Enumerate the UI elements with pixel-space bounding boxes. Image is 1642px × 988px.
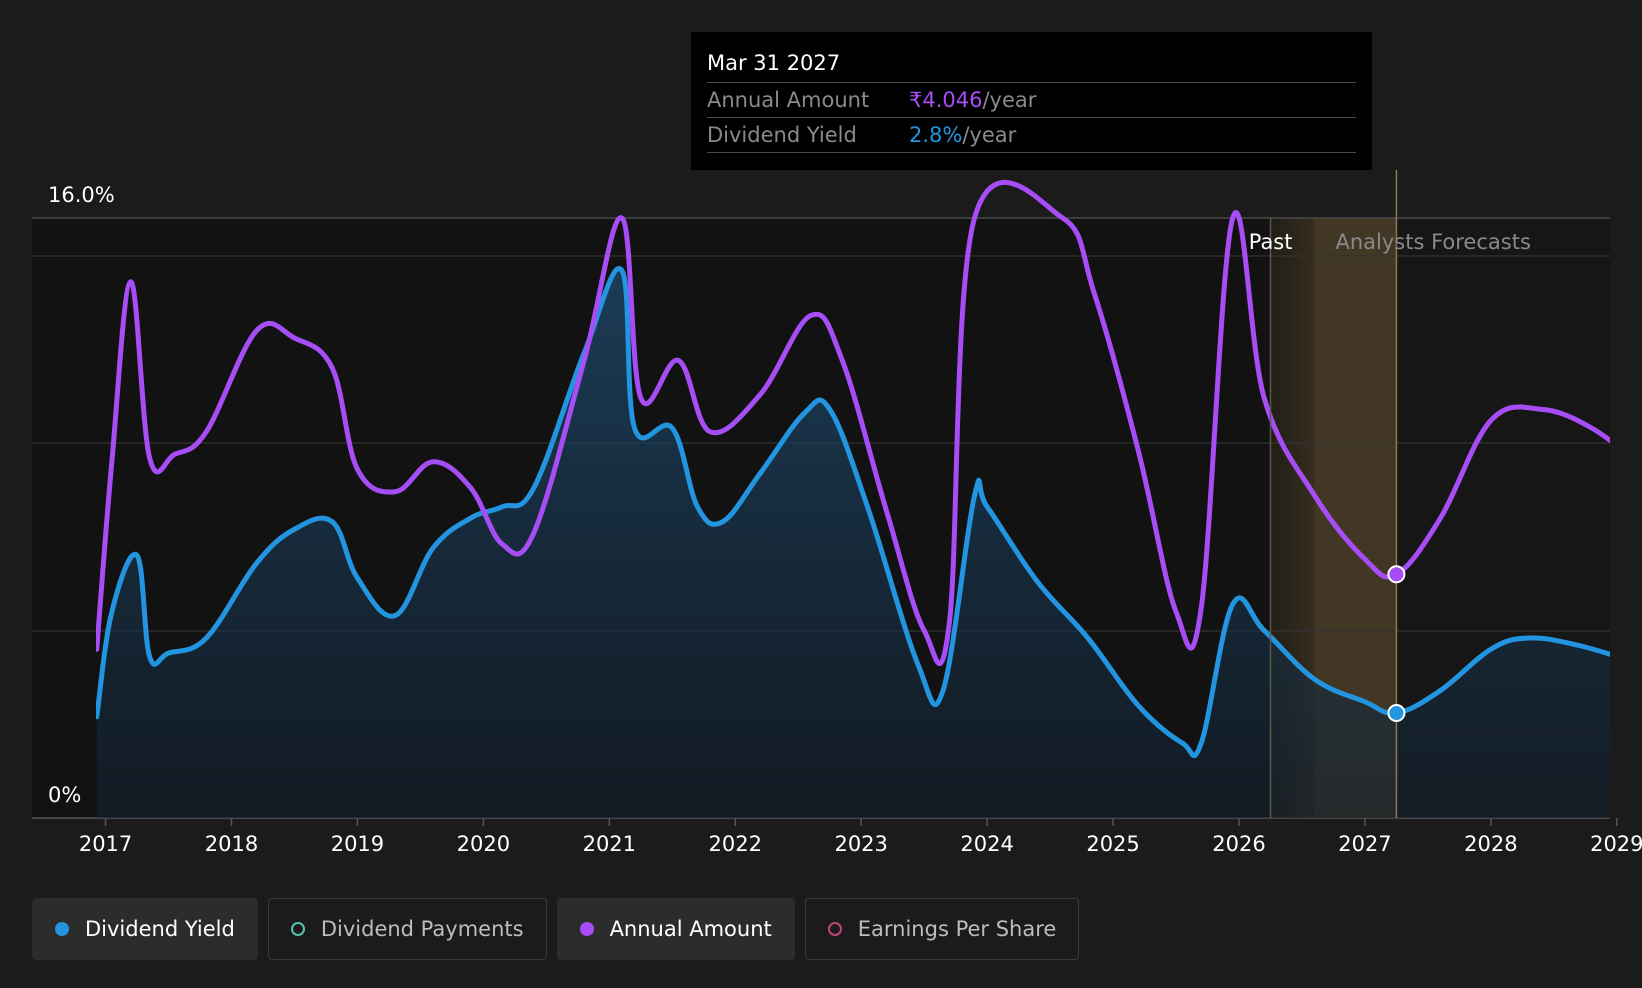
tooltip-unit: /year (982, 88, 1037, 112)
tooltip-label: Dividend Yield (707, 123, 857, 147)
x-tick-label: 2024 (960, 832, 1013, 856)
tooltip-marker-dividend-yield (1387, 704, 1406, 722)
x-tick-label: 2018 (205, 832, 258, 856)
x-tick-label: 2021 (583, 832, 636, 856)
x-tick-label: 2023 (834, 832, 887, 856)
tooltip-value: ₹4.046 (909, 88, 983, 112)
tooltip-row-annual-amount: Annual Amount ₹4.046 /year (707, 83, 1356, 118)
x-tick-label: 2025 (1086, 832, 1139, 856)
forecast-label: Analysts Forecasts (1335, 230, 1530, 254)
y-tick-label-bottom: 0% (48, 783, 81, 807)
tooltip-row-dividend-yield: Dividend Yield 2.8% /year (707, 118, 1356, 153)
legend-dot-icon (827, 922, 842, 936)
x-tick-label: 2017 (79, 832, 132, 856)
legend-dot-icon (579, 922, 594, 936)
legend-item-earnings-per-share[interactable]: Earnings Per Share (804, 898, 1080, 960)
tooltip-value: 2.8% (909, 123, 963, 147)
x-tick-label: 2028 (1464, 832, 1517, 856)
x-tick-label: 2027 (1338, 832, 1391, 856)
legend-label: Earnings Per Share (857, 917, 1057, 941)
legend-item-dividend-yield[interactable]: Dividend Yield (32, 898, 258, 960)
tooltip-unit: /year (962, 123, 1017, 147)
legend-label: Annual Amount (609, 917, 772, 941)
legend-label: Dividend Payments (320, 917, 524, 941)
past-label: Past (1249, 230, 1293, 254)
x-tick-label: 2026 (1212, 832, 1265, 856)
x-tick-label: 2019 (331, 832, 384, 856)
legend-dot-icon (290, 922, 305, 936)
x-tick-label: 2022 (709, 832, 762, 856)
legend-item-dividend-payments[interactable]: Dividend Payments (267, 898, 547, 960)
tooltip-marker-annual-amount (1387, 565, 1406, 584)
x-tick-label: 2029 (1590, 832, 1642, 856)
legend-label: Dividend Yield (85, 917, 235, 941)
tooltip-date: Mar 31 2027 (707, 48, 1356, 83)
x-tick-label: 2020 (457, 832, 510, 856)
legend-item-annual-amount[interactable]: Annual Amount (556, 898, 795, 960)
legend-dot-icon (55, 922, 69, 936)
tooltip-label: Annual Amount (707, 88, 870, 112)
legend: Dividend Yield Dividend Payments Annual … (32, 898, 1080, 960)
y-tick-label-top: 16.0% (48, 183, 115, 207)
tooltip: Mar 31 2027 Annual Amount ₹4.046 /year D… (691, 32, 1372, 170)
